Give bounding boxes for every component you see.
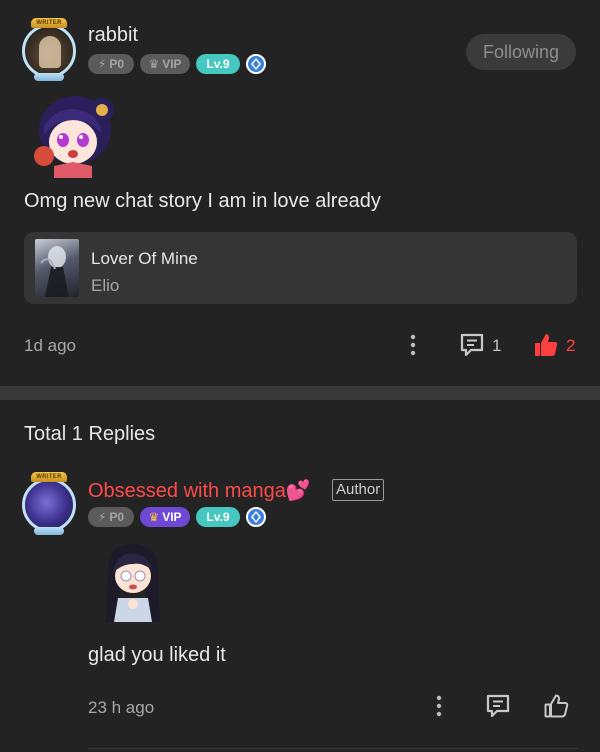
post-text: Omg new chat story I am in love already xyxy=(24,190,381,212)
vip-badge: ♛ VIP xyxy=(140,54,190,74)
like-count: 2 xyxy=(566,336,576,355)
post-author-avatar[interactable]: WRITER xyxy=(22,18,76,81)
crown-icon: ♛ xyxy=(148,510,160,524)
reply-text: glad you liked it xyxy=(88,644,226,666)
reply-comment-icon[interactable] xyxy=(484,692,512,720)
following-button[interactable]: Following xyxy=(466,34,576,70)
book-cover xyxy=(35,239,79,297)
avatar-frame-label: WRITER xyxy=(31,472,67,482)
lightning-icon: ⚡︎ xyxy=(97,510,107,524)
post-author-badges: ⚡︎ P0 ♛ VIP Lv.9 xyxy=(88,54,266,74)
reply-more-options-icon[interactable] xyxy=(428,693,450,719)
level-badge: Lv.9 xyxy=(196,54,240,74)
post-time: 1d ago xyxy=(24,336,76,355)
reply-time: 23 h ago xyxy=(88,698,155,717)
comment-count: 1 xyxy=(492,336,502,355)
book-title: Lover Of Mine xyxy=(91,249,198,268)
anime-girl-sticker xyxy=(34,96,114,178)
lightning-icon: ⚡︎ xyxy=(97,57,107,71)
level-badge: Lv.9 xyxy=(196,507,240,527)
reply-author-badges: ⚡︎ P0 ♛ VIP Lv.9 xyxy=(88,507,266,527)
post-author-name[interactable]: rabbit xyxy=(88,24,138,47)
book-card[interactable]: Lover Of Mine Elio xyxy=(24,232,577,304)
vip-badge: ♛ VIP xyxy=(140,507,190,527)
more-options-icon[interactable] xyxy=(402,332,424,358)
diamond-icon xyxy=(246,507,266,527)
anime-girl-crying-sticker xyxy=(106,544,160,622)
p-badge: ⚡︎ P0 xyxy=(88,54,134,74)
replies-header: Total 1 Replies xyxy=(24,423,156,445)
p-badge: ⚡︎ P0 xyxy=(88,507,134,527)
reply-author-name[interactable]: Obsessed with manga💕 xyxy=(88,478,311,503)
crown-icon: ♛ xyxy=(148,57,160,71)
diamond-icon xyxy=(246,54,266,74)
reply-author-avatar[interactable]: WRITER xyxy=(22,472,76,535)
bottom-divider xyxy=(88,748,578,749)
section-divider xyxy=(0,386,600,400)
comment-icon[interactable] xyxy=(458,331,486,359)
thumbs-up-filled-icon[interactable] xyxy=(532,331,560,359)
avatar-frame-label: WRITER xyxy=(31,18,67,28)
author-tag: Author xyxy=(332,479,385,501)
reply-thumbs-up-icon[interactable] xyxy=(542,692,570,720)
book-author: Elio xyxy=(91,276,120,295)
